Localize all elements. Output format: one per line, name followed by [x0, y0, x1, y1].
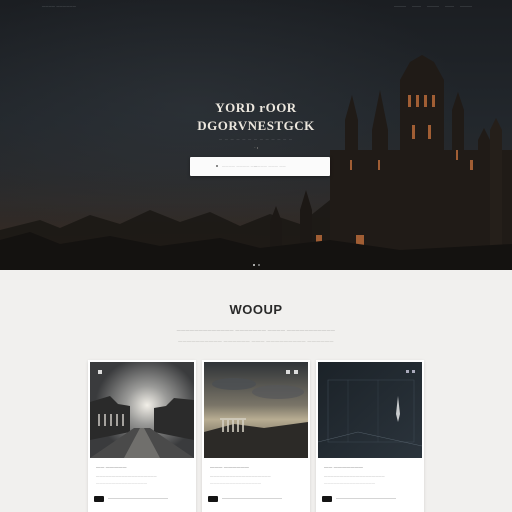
hero-title-line2: DGORVNESTGCK [197, 118, 315, 133]
card-divider [108, 498, 168, 499]
hero-banner: ———— —————— ———— ——— ———— ——— ———— YORD … [0, 0, 512, 270]
card-action-button[interactable] [94, 496, 104, 502]
nav-links: ———— ——— ———— ——— ———— [394, 4, 472, 8]
nav-link-5[interactable]: ———— [460, 4, 472, 8]
card-grid: —— ————— ——————————————————— ———————————… [88, 360, 424, 512]
dark-interior-image [318, 362, 422, 458]
pager-dot[interactable] [257, 264, 260, 266]
search-placeholder: ———— ———— —— [222, 164, 258, 168]
sunset-ruins-image [204, 362, 308, 458]
hero-title: YORD rOOR DGORVNESTGCK [0, 100, 512, 133]
card-text: ——————————————————— [210, 474, 271, 478]
card-text-secondary: ———————————————— [96, 481, 148, 485]
brand-logo[interactable]: ———— —————— [42, 4, 76, 8]
section-description: ————————————— ——————— ———— ——————————— [176, 327, 336, 332]
nav-link-2[interactable]: ——— [412, 4, 421, 8]
cathedral-skyline-image [0, 55, 512, 270]
card-2[interactable]: ——— —————— ——————————————————— —————————… [202, 360, 310, 512]
card-text: ——————————————————— [96, 474, 157, 478]
card-action-button[interactable] [322, 496, 332, 502]
search-placeholder-secondary: ———— ——— —— [254, 164, 286, 168]
search-icon [216, 165, 218, 167]
carousel-pager [0, 264, 512, 266]
card-action-button[interactable] [208, 496, 218, 502]
card-text-secondary: ———————————————— [324, 481, 376, 485]
hero-subtitle: — — — — — — — — — — — — — [218, 137, 293, 141]
hero-search-input[interactable]: ———— ———— —— ———— ——— —— [190, 157, 330, 176]
card-1[interactable]: —— ————— ——————————————————— ———————————… [88, 360, 196, 512]
pager-dot-active[interactable] [252, 264, 255, 266]
section-title: WOOUP [229, 302, 283, 317]
card-divider [222, 498, 282, 499]
card-title: ——— —————— [210, 464, 250, 469]
hero-title-line1: YORD rOOR [215, 100, 297, 115]
street-scene-image [90, 362, 194, 458]
top-nav: ———— —————— ———— ——— ———— ——— ———— [0, 4, 512, 12]
card-text: ——————————————————— [324, 474, 385, 478]
card-divider [336, 498, 396, 499]
section-description-secondary: —————————— —————— ——— ————————— —————— [178, 338, 334, 343]
card-3[interactable]: —— ——————— ——————————————————— —————————… [316, 360, 424, 512]
nav-link-1[interactable]: ———— [394, 4, 406, 8]
hero-indicator: · ı [254, 145, 258, 150]
card-text-secondary: ———————————————— [210, 481, 262, 485]
nav-link-3[interactable]: ———— [427, 4, 439, 8]
card-image-sunset [204, 362, 308, 458]
card-image-dark-room [318, 362, 422, 458]
card-image-street [90, 362, 194, 458]
card-title: —— ————— [96, 464, 127, 469]
nav-link-4[interactable]: ——— [445, 4, 454, 8]
card-title: —— ——————— [324, 464, 364, 469]
